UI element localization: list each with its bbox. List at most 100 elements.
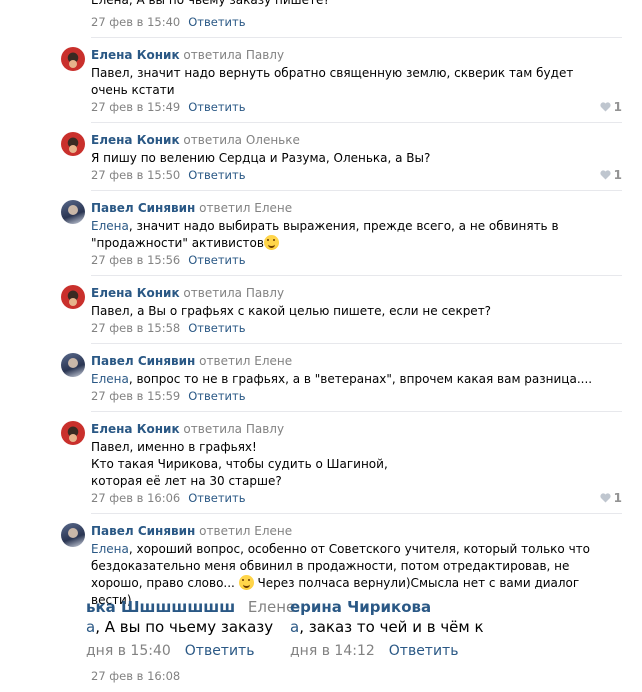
attached-author: ерина Чирикова xyxy=(290,598,432,616)
avatar[interactable] xyxy=(61,47,85,71)
replied-to[interactable]: ответила Павлу xyxy=(183,286,284,300)
comment-date[interactable]: 27 фев в 15:40 xyxy=(91,15,180,29)
comment-body: , значит надо выбирать выражения, прежде… xyxy=(91,219,559,250)
attached-row-2-right: а, заказ то чей и в чём к xyxy=(290,618,484,636)
attached-screenshot[interactable]: ька Шшшшшшш Елене ерина Чирикова а, А вы… xyxy=(86,596,556,662)
comment-date[interactable]: 27 фев в 16:06 xyxy=(91,491,180,505)
attached-mention: а xyxy=(290,618,300,636)
divider xyxy=(91,343,622,344)
attached-date: дня в 15:40 xyxy=(86,643,171,659)
comment-meta: 27 фев в 15:49 Ответить xyxy=(91,99,245,115)
comment-meta: 27 фев в 15:56 Ответить xyxy=(91,252,245,268)
divider xyxy=(91,190,622,191)
heart-icon xyxy=(600,493,611,503)
avatar[interactable] xyxy=(61,132,85,156)
smile-emoji-icon xyxy=(263,235,279,250)
reply-button[interactable]: Ответить xyxy=(188,321,245,335)
comment-date[interactable]: 27 фев в 15:49 xyxy=(91,100,180,114)
comment-meta: 27 фев в 15:58 Ответить xyxy=(91,320,245,336)
divider xyxy=(91,513,622,514)
attached-text: , А вы по чьему заказу xyxy=(95,618,274,636)
replied-to[interactable]: ответила Павлу xyxy=(183,48,284,62)
replied-to[interactable]: ответил Елене xyxy=(199,201,292,215)
comment-meta: 27 фев в 16:08 xyxy=(91,668,180,684)
reply-button[interactable]: Ответить xyxy=(188,15,245,29)
attached-reply: Ответить xyxy=(388,643,459,659)
attached-reply: Ответить xyxy=(184,643,255,659)
attached-row-1-right: ерина Чирикова xyxy=(290,598,431,616)
like-button[interactable]: 1 xyxy=(600,167,622,183)
like-count: 1 xyxy=(613,168,622,182)
comment-meta: 27 фев в 15:50 Ответить xyxy=(91,167,245,183)
like-count: 1 xyxy=(613,491,622,505)
comment-header: Павел Синявин ответил Елене xyxy=(91,523,292,539)
avatar[interactable] xyxy=(61,285,85,309)
divider xyxy=(91,37,622,38)
replied-to[interactable]: ответил Елене xyxy=(199,524,292,538)
mention-link[interactable]: Елена xyxy=(91,219,129,233)
divider xyxy=(91,411,622,412)
comment-header: Елена Коник ответила Павлу xyxy=(91,47,284,63)
replied-to[interactable]: ответил Елене xyxy=(199,354,292,368)
like-button[interactable]: 1 xyxy=(600,490,622,506)
comment-date[interactable]: 27 фев в 16:08 xyxy=(91,669,180,683)
heart-icon xyxy=(600,170,611,180)
mention-link[interactable]: Елена xyxy=(91,372,129,386)
mention-link[interactable]: Елена xyxy=(91,542,129,556)
comment-text: Елена, значит надо выбирать выражения, п… xyxy=(91,218,611,252)
author-link[interactable]: Павел Синявин xyxy=(91,354,195,368)
attached-row-2-left: а, А вы по чьему заказу xyxy=(86,618,273,636)
divider xyxy=(91,275,622,276)
avatar[interactable] xyxy=(61,421,85,445)
attached-text: , заказ то чей и в чём к xyxy=(299,618,484,636)
comment-meta: 27 фев в 16:06 Ответить xyxy=(91,490,245,506)
comment-text: Павел, а Вы о графьях с какой целью пише… xyxy=(91,304,492,318)
author-link[interactable]: Елена Коник xyxy=(91,422,180,436)
comment-meta: 27 фев в 15:40 Ответить xyxy=(91,14,245,30)
reply-button[interactable]: Ответить xyxy=(188,491,245,505)
comment-text: Павел, значит надо вернуть обратно свяще… xyxy=(91,66,574,97)
divider xyxy=(91,122,622,123)
comment-body: , вопрос то не в графьях, а в "ветеранах… xyxy=(128,372,593,386)
comment-header: Елена Коник ответила Павлу xyxy=(91,285,284,301)
attached-row-3-right: дня в 14:12 Ответить xyxy=(290,642,458,660)
text-line: Кто такая Чирикова, чтобы судить о Шагин… xyxy=(91,457,388,471)
comment-text: Я пишу по велению Сердца и Разума, Олень… xyxy=(91,151,431,165)
author-link[interactable]: Павел Синявин xyxy=(91,201,195,215)
comment-date[interactable]: 27 фев в 15:58 xyxy=(91,321,180,335)
comment-text: Елена, А вы по чьему заказу пишете? xyxy=(91,0,330,7)
comment-meta: 27 фев в 15:59 Ответить xyxy=(91,388,245,404)
attached-row-1-left: ька Шшшшшшш Елене xyxy=(86,598,295,616)
attached-row-3-left: дня в 15:40 Ответить xyxy=(86,642,254,660)
like-button[interactable]: 1 xyxy=(600,99,622,115)
comment-text: Елена, вопрос то не в графьях, а в "вете… xyxy=(91,371,611,388)
author-link[interactable]: Елена Коник xyxy=(91,286,180,300)
avatar[interactable] xyxy=(61,200,85,224)
replied-to[interactable]: ответила Павлу xyxy=(183,422,284,436)
comment-date[interactable]: 27 фев в 15:50 xyxy=(91,168,180,182)
reply-button[interactable]: Ответить xyxy=(188,389,245,403)
attached-date: дня в 14:12 xyxy=(290,643,375,659)
reply-button[interactable]: Ответить xyxy=(188,100,245,114)
comment-header: Павел Синявин ответил Елене xyxy=(91,200,292,216)
author-link[interactable]: Елена Коник xyxy=(91,48,180,62)
avatar[interactable] xyxy=(61,353,85,377)
author-link[interactable]: Елена Коник xyxy=(91,133,180,147)
avatar[interactable] xyxy=(61,523,85,547)
reply-button[interactable]: Ответить xyxy=(188,168,245,182)
heart-icon xyxy=(600,102,611,112)
like-count: 1 xyxy=(613,100,622,114)
attached-author: ька Шшшшшшш xyxy=(86,598,236,616)
reply-button[interactable]: Ответить xyxy=(188,253,245,267)
comment-header: Елена Коник ответила Павлу xyxy=(91,421,284,437)
text-line: Павел, именно в графьях! xyxy=(91,440,257,454)
replied-to[interactable]: ответила Оленьке xyxy=(183,133,299,147)
text-line: которая её лет на 30 старше? xyxy=(91,474,282,488)
attached-replied-to: Елене xyxy=(247,598,296,616)
comment-date[interactable]: 27 фев в 15:59 xyxy=(91,389,180,403)
smile-emoji-icon xyxy=(238,575,254,590)
comment-date[interactable]: 27 фев в 15:56 xyxy=(91,253,180,267)
author-link[interactable]: Павел Синявин xyxy=(91,524,195,538)
comment-header: Елена Коник ответила Оленьке xyxy=(91,132,300,148)
attached-mention: а xyxy=(86,618,96,636)
